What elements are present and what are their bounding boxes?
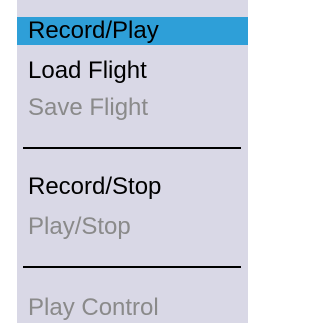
menu-item-play-control: Play Control (28, 294, 159, 321)
menu-item-play-stop: Play/Stop (28, 213, 131, 240)
menu-item-record-stop[interactable]: Record/Stop (28, 171, 161, 203)
menu-separator (23, 147, 241, 149)
menu-item-load-flight[interactable]: Load Flight (28, 55, 147, 87)
menu-header-label: Record/Play (28, 17, 159, 44)
menu-header-record-play[interactable]: Record/Play (17, 17, 248, 45)
record-play-menu: Record/Play Load Flight Save Flight Reco… (17, 0, 248, 323)
menu-item-save-flight: Save Flight (28, 94, 149, 121)
menu-separator (23, 266, 241, 268)
